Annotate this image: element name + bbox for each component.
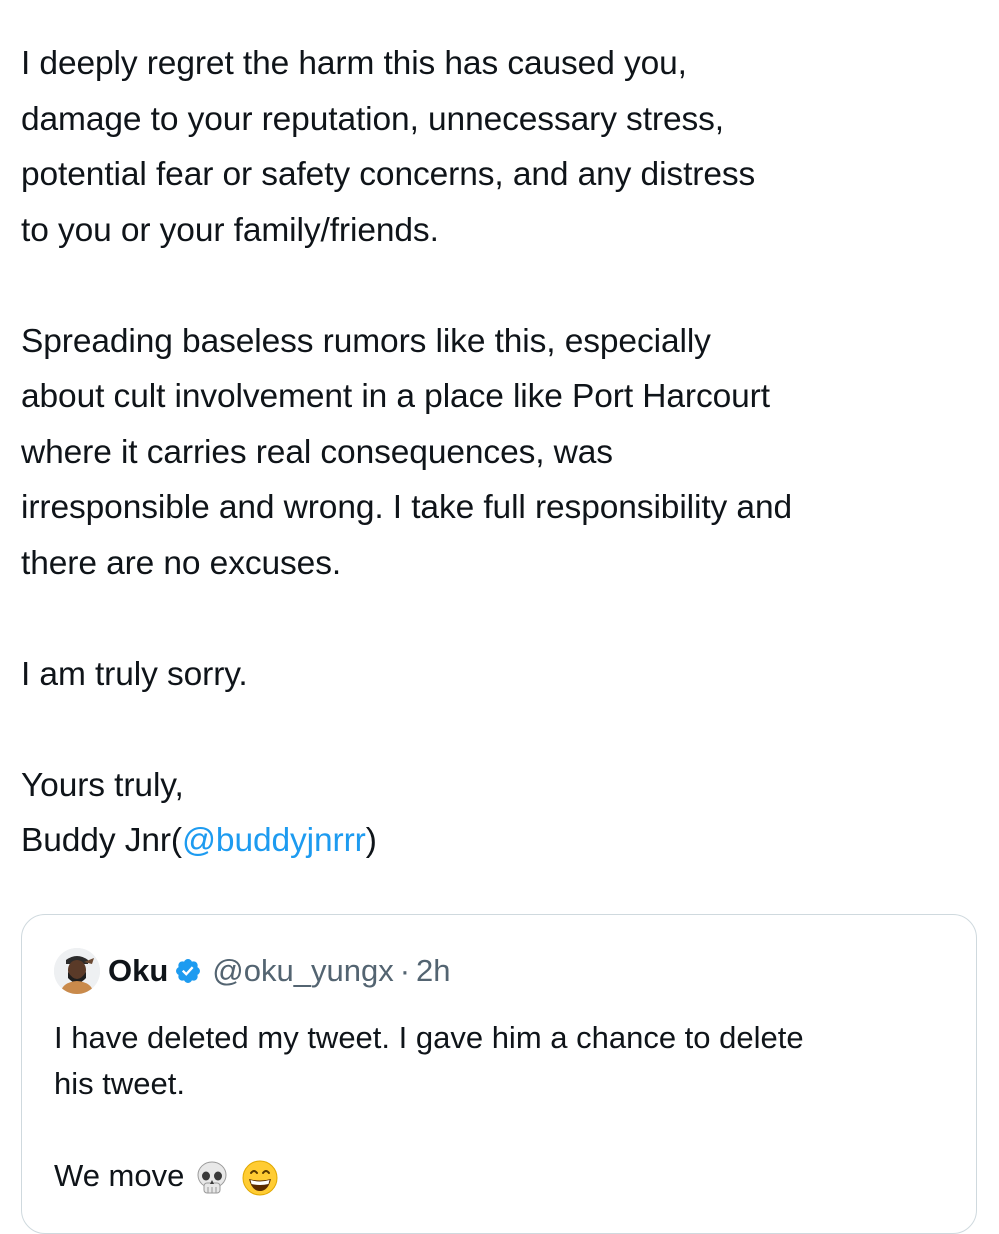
we-move-text: We move — [54, 1158, 185, 1193]
tweet-paragraph-3: I am truly sorry. — [21, 647, 986, 703]
avatar[interactable] — [54, 948, 100, 994]
tweet-line: irresponsible and wrong. I take full res… — [21, 489, 793, 526]
tweet-line: I am truly sorry. — [21, 655, 248, 693]
tweet-line: there are no excuses. — [21, 544, 342, 582]
tweet-line: about cult involvement in a place like P… — [21, 378, 770, 415]
tweet-body: I deeply regret the harm this has caused… — [21, 36, 986, 869]
signoff-text: Yours truly, — [21, 766, 184, 804]
quoted-text-line: his tweet. — [54, 1066, 185, 1101]
tweet-line: potential fear or safety concerns, and a… — [21, 156, 756, 193]
tweet-paragraph-2: Spreading baseless rumors like this, esp… — [21, 314, 986, 592]
tweet-line: to you or your family/friends. — [21, 211, 439, 249]
signature-line: Buddy Jnr(@buddyjnrrr) — [21, 813, 986, 869]
tweet-line: where it carries real consequences, was — [21, 433, 613, 471]
quoted-tweet-time[interactable]: 2h — [416, 953, 450, 989]
signature-name: Buddy Jnr( — [21, 822, 182, 859]
tweet-line: Spreading baseless rumors like this, esp… — [21, 322, 711, 360]
quoted-tweet-text: I have deleted my tweet. I gave him a ch… — [54, 1015, 954, 1199]
skull-emoji-icon — [197, 1161, 227, 1194]
quoted-author-handle[interactable]: @oku_yungx — [212, 953, 393, 989]
separator-dot: · — [399, 953, 411, 988]
quoted-text-last-line: We move — [54, 1153, 954, 1199]
quoted-text-line: I have deleted my tweet. I gave him a ch… — [54, 1020, 804, 1055]
avatar-image — [54, 948, 100, 994]
tweet-line: I deeply regret the harm this has caused… — [21, 45, 687, 82]
tweet-paragraph-1: I deeply regret the harm this has caused… — [21, 36, 986, 258]
signature-close: ) — [365, 822, 377, 859]
mention-link[interactable]: @buddyjnrrr — [182, 822, 366, 859]
quoted-tweet-header: Oku @oku_yungx · 2h — [54, 945, 451, 997]
verified-badge-icon — [176, 959, 201, 983]
quoted-author-name[interactable]: Oku — [108, 953, 168, 989]
tweet-line: damage to your reputation, unnecessary s… — [21, 100, 725, 138]
tweet-signature: Yours truly, Buddy Jnr(@buddyjnrrr) — [21, 758, 986, 869]
quoted-tweet-card[interactable]: Oku @oku_yungx · 2h I have deleted my tw… — [21, 914, 977, 1234]
grinning-face-emoji-icon — [242, 1160, 278, 1196]
